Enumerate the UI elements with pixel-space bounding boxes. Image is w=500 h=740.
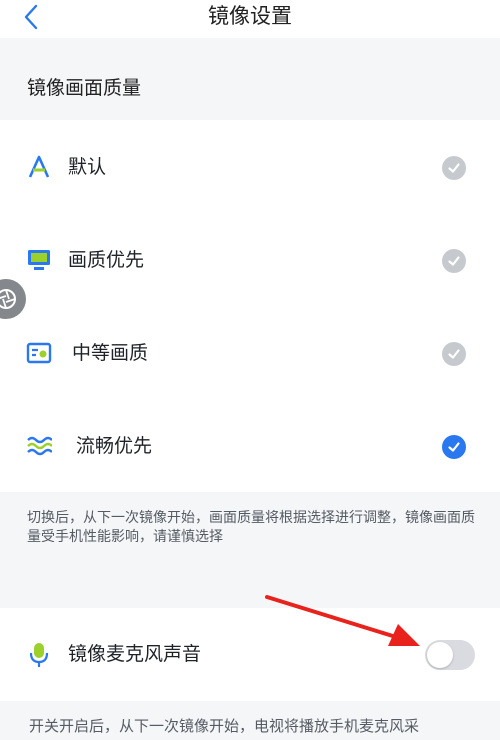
mic-setting-label: 镜像麦克风声音: [68, 643, 202, 665]
check-circle-selected-icon: [442, 435, 466, 459]
toggle-knob: [427, 642, 453, 668]
quality-option-label: 中等画质: [72, 342, 149, 364]
waves-icon: [27, 436, 52, 456]
quality-option-high[interactable]: 画质优先: [0, 213, 500, 306]
nav-bar: 镜像设置: [0, 0, 500, 38]
aperture-icon: [0, 289, 16, 309]
check-circle-icon: [442, 156, 466, 180]
quality-option-label: 画质优先: [68, 249, 145, 271]
quality-note: 切换后，从下一次镜像开始，画面质量将根据选择进行调整，镜像画面质量受手机性能影响…: [0, 492, 500, 608]
mic-toggle[interactable]: [425, 640, 475, 670]
quality-option-medium[interactable]: 中等画质: [0, 306, 500, 399]
microphone-icon: [29, 643, 49, 667]
mic-note: 开关开启后，从下一次镜像开始，电视将播放手机麦克风采: [0, 701, 500, 740]
quality-section-title: 镜像画面质量: [27, 77, 142, 99]
mic-setting-row: 镜像麦克风声音: [0, 608, 500, 701]
quality-note-text: 切换后，从下一次镜像开始，画面质量将根据选择进行调整，镜像画面质量受手机性能影响…: [27, 510, 475, 545]
check-circle-icon: [442, 249, 466, 273]
quality-option-smooth[interactable]: 流畅优先: [0, 399, 500, 492]
quality-option-label: 流畅优先: [76, 435, 153, 457]
quality-option-label: 默认: [68, 156, 107, 178]
section-header: 镜像画面质量: [0, 38, 500, 120]
check-circle-icon: [442, 342, 466, 366]
monitor-icon: [28, 250, 50, 270]
quality-option-default[interactable]: 默认: [0, 120, 500, 213]
font-a-icon: [28, 155, 50, 178]
image-card-icon: [26, 342, 52, 364]
page-title: 镜像设置: [208, 4, 292, 28]
quality-options-list: 默认 画质优先 中等画质 流畅优先: [0, 120, 500, 492]
mic-note-text: 开关开启后，从下一次镜像开始，电视将播放手机麦克风采: [29, 717, 420, 735]
